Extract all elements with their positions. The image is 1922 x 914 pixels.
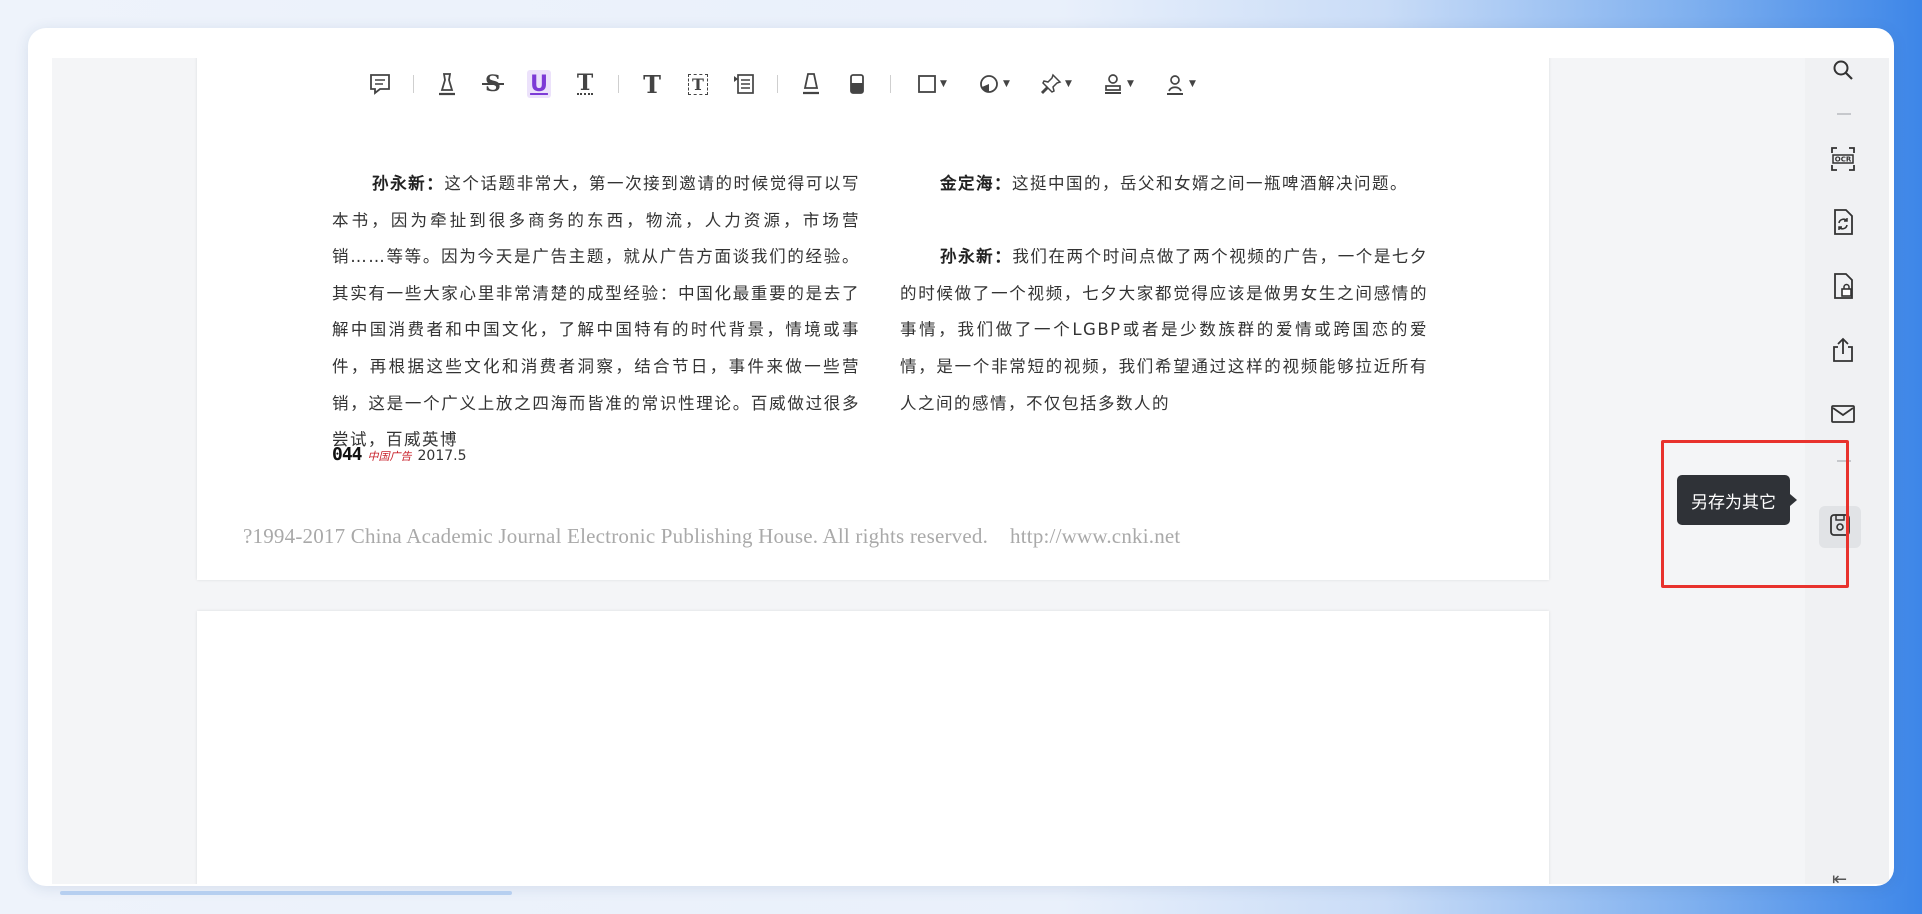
toolbar-divider <box>413 75 414 93</box>
page-number: 044 <box>332 444 362 465</box>
color-fill-icon[interactable]: ▼ <box>966 66 1022 102</box>
issue-date: 2017.5 <box>417 448 467 464</box>
collapse-panel-icon[interactable]: ⇤ <box>1832 869 1847 886</box>
squiggly-underline-icon[interactable]: T <box>565 66 605 102</box>
textbox-glyph: T <box>688 73 708 95</box>
annotation-toolbar: S U T T T ▼ ▼ ▼ ▼ ▼ <box>357 58 1211 110</box>
text-glyph: T <box>643 69 661 99</box>
pencil-icon[interactable] <box>791 66 831 102</box>
document-viewer[interactable]: 孙永新：这个话题非常大，第一次接到邀请的时候觉得可以写本书，因为牵扯到很多商务的… <box>52 58 1857 884</box>
lock-file-icon[interactable] <box>1823 266 1863 306</box>
paragraph-text: 这个话题非常大，第一次接到邀请的时候觉得可以写本书，因为牵扯到很多商务的东西，物… <box>332 174 861 450</box>
eraser-icon[interactable] <box>837 66 877 102</box>
text-icon[interactable]: T <box>632 66 672 102</box>
toolbar-divider <box>777 75 778 93</box>
underline-glyph: U <box>530 71 548 97</box>
toolbar-divider <box>890 75 891 93</box>
app-window: 孙永新：这个话题非常大，第一次接到邀请的时候觉得可以写本书，因为牵扯到很多商务的… <box>28 28 1894 886</box>
strikethrough-icon[interactable]: S <box>473 66 513 102</box>
ocr-label: OCR <box>1835 156 1852 164</box>
textbox-icon[interactable]: T <box>678 66 718 102</box>
text-column-left: 孙永新：这个话题非常大，第一次接到邀请的时候觉得可以写本书，因为牵扯到很多商务的… <box>332 166 860 459</box>
mail-icon[interactable] <box>1823 394 1863 434</box>
speaker-name: 孙永新： <box>372 174 445 193</box>
copyright-url: http://www.cnki.net <box>1010 524 1181 548</box>
comment-icon[interactable] <box>360 66 400 102</box>
sidebar-divider <box>1837 460 1851 462</box>
copyright-line: ?1994-2017 China Academic Journal Electr… <box>243 524 1180 549</box>
paragraph: 孙永新：我们在两个时间点做了两个视频的广告，一个是七夕的时候做了一个视频，七夕大… <box>900 239 1428 422</box>
share-icon[interactable] <box>1823 330 1863 370</box>
toolbar-divider <box>618 75 619 93</box>
stamp-icon[interactable]: ▼ <box>1090 66 1146 102</box>
save-as-other-icon <box>1828 512 1852 542</box>
highlight-pen-icon[interactable] <box>427 66 467 102</box>
paragraph-text: 我们在两个时间点做了两个视频的广告，一个是七夕的时候做了一个视频，七夕大家都觉得… <box>900 247 1429 413</box>
search-icon[interactable] <box>1823 50 1863 90</box>
right-sidebar: OCR <box>1805 58 1889 884</box>
text-column-right: 金定海：这挺中国的，岳父和女婿之间一瓶啤酒解决问题。 孙永新：我们在两个时间点做… <box>900 166 1428 422</box>
document-page: 孙永新：这个话题非常大，第一次接到邀请的时候觉得可以写本书，因为牵扯到很多商务的… <box>197 58 1549 580</box>
pin-icon[interactable]: ▼ <box>1028 66 1084 102</box>
squiggly-glyph: T <box>576 70 594 96</box>
convert-file-icon[interactable] <box>1823 202 1863 242</box>
horizontal-scrollbar[interactable] <box>60 891 512 895</box>
save-as-other-tooltip: 另存为其它 <box>1677 475 1797 525</box>
paragraph-text: 这挺中国的，岳父和女婿之间一瓶啤酒解决问题。 <box>1012 174 1408 193</box>
document-page-next <box>197 611 1549 884</box>
copyright-text: ?1994-2017 China Academic Journal Electr… <box>243 524 989 548</box>
sidebar-divider <box>1837 113 1851 115</box>
shape-icon[interactable]: ▼ <box>904 66 960 102</box>
callout-icon[interactable] <box>724 66 764 102</box>
speaker-name: 孙永新： <box>940 247 1013 267</box>
save-as-other-button[interactable] <box>1819 506 1861 548</box>
ocr-icon[interactable]: OCR <box>1823 139 1863 179</box>
page-footer: 044 中国广告 2017.5 <box>332 444 467 465</box>
paragraph: 金定海：这挺中国的，岳父和女婿之间一瓶啤酒解决问题。 <box>900 166 1428 203</box>
speaker-name: 金定海： <box>940 174 1012 193</box>
signature-icon[interactable]: ▼ <box>1152 66 1208 102</box>
paragraph: 孙永新：这个话题非常大，第一次接到邀请的时候觉得可以写本书，因为牵扯到很多商务的… <box>332 166 860 459</box>
magazine-logo: 中国广告 <box>367 450 412 463</box>
underline-icon[interactable]: U <box>519 66 559 102</box>
